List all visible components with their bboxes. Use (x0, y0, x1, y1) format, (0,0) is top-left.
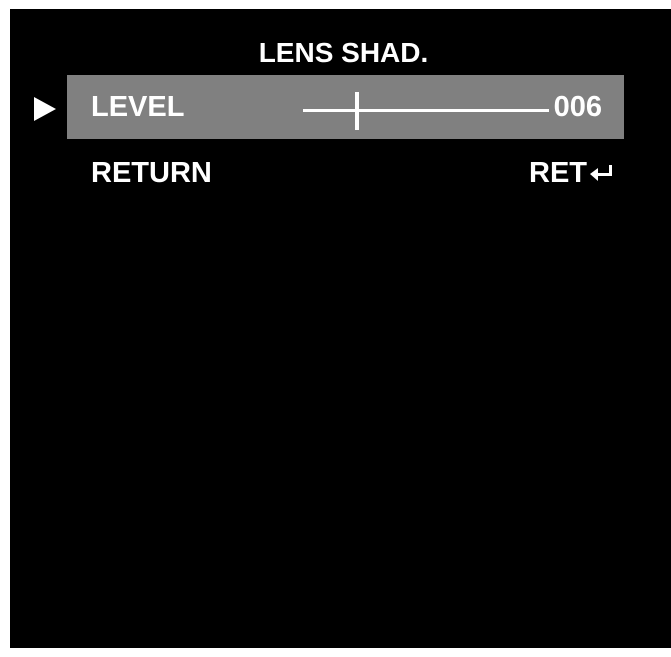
level-slider-track[interactable] (303, 109, 549, 112)
menu-title: LENS SHAD. (258, 37, 429, 68)
return-value-text: RET (529, 157, 587, 189)
return-value: RET (529, 157, 612, 189)
cursor-arrow-icon (34, 97, 56, 121)
level-slider-thumb[interactable] (355, 92, 360, 130)
level-value: 006 (553, 91, 602, 123)
return-label: RETURN (91, 157, 212, 189)
menu-item-level[interactable]: LEVEL 006 (67, 75, 624, 139)
level-label: LEVEL (91, 91, 185, 123)
enter-return-icon (590, 163, 612, 183)
menu-item-return[interactable]: RETURN RET (67, 141, 624, 205)
osd-menu-screen: LENS SHAD. LEVEL 006 RETURN RET (10, 9, 671, 648)
